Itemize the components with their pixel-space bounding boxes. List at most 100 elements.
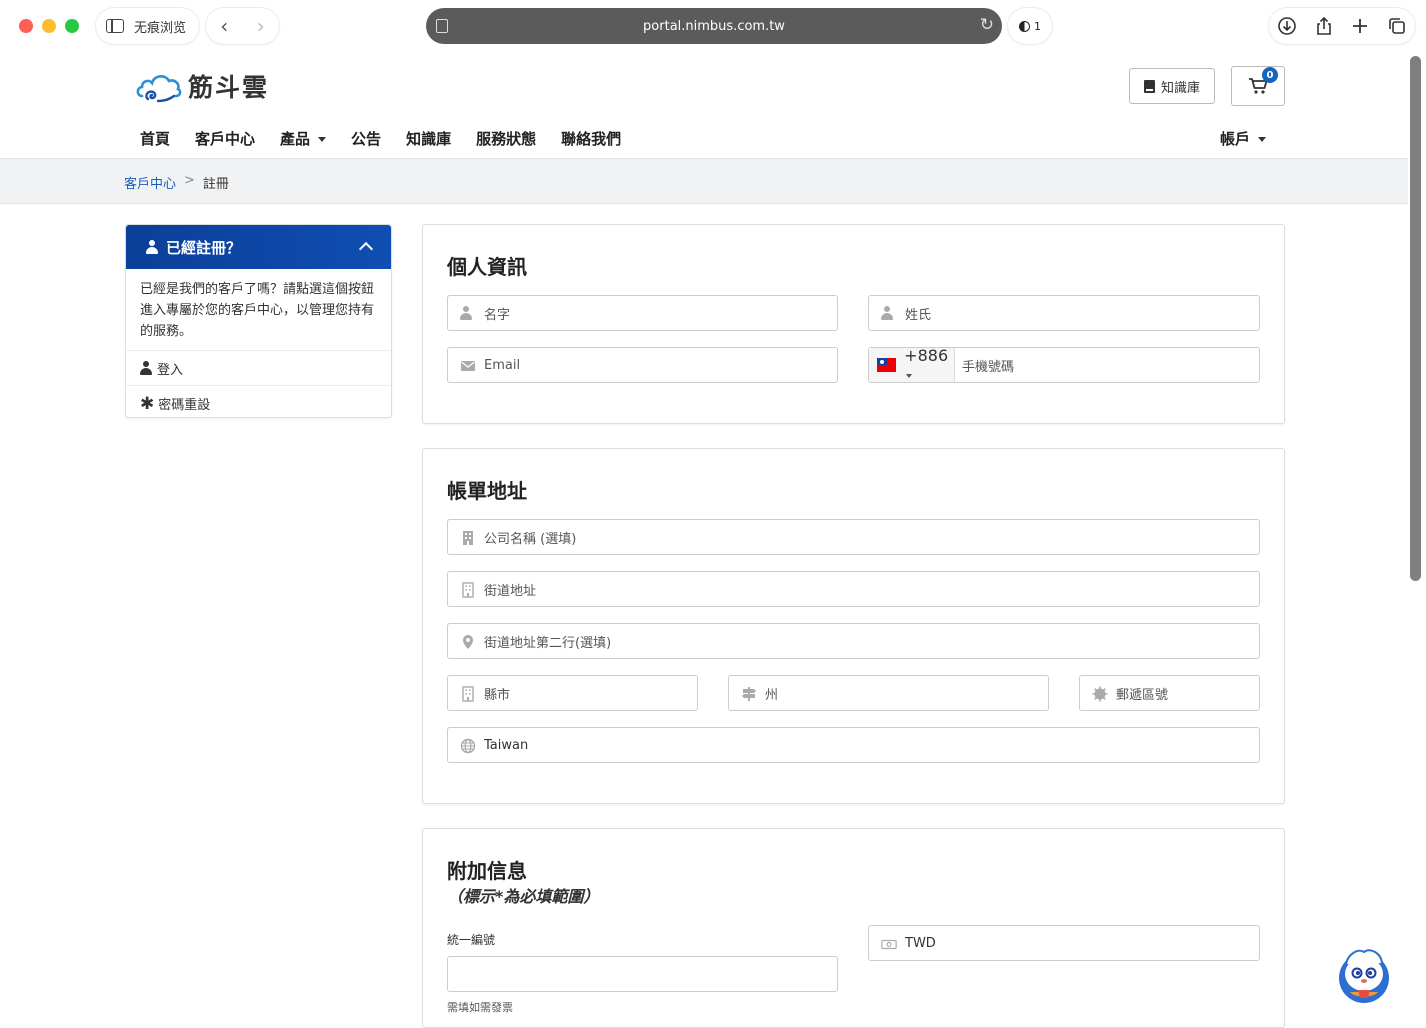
phone-field[interactable]: +886 手機號碼	[868, 346, 1260, 384]
nav-account[interactable]: 帳戶	[1220, 128, 1266, 149]
chevron-up-icon[interactable]	[358, 241, 374, 257]
last-name-placeholder: 姓氏	[905, 307, 932, 323]
cloud-logo-icon	[136, 75, 182, 103]
tab-overview-icon[interactable]	[1387, 16, 1407, 36]
signpost-icon	[742, 687, 756, 701]
personal-info-title: 個人資訊	[447, 255, 527, 279]
first-name-field[interactable]: 名字	[447, 295, 838, 331]
breadcrumb-current: 註冊	[202, 177, 229, 192]
city-placeholder: 縣市	[484, 687, 511, 703]
taiwan-flag-icon	[877, 358, 897, 372]
email-placeholder: Email	[484, 357, 521, 373]
globe-icon	[460, 738, 476, 754]
postcode-field[interactable]: 郵遞區號	[1079, 675, 1260, 711]
additional-info-card: 附加信息 （標示*為必填範圍） 統一編號 需填如需發票 TWD	[422, 828, 1285, 1028]
street2-placeholder: 街道地址第二行(選填)	[484, 635, 612, 651]
mascot-icon	[1339, 949, 1389, 1003]
new-tab-icon[interactable]	[1350, 16, 1370, 36]
currency-value: TWD	[905, 935, 936, 951]
login-link[interactable]: 登入	[126, 351, 391, 386]
state-field[interactable]: 州	[728, 675, 1049, 711]
nav-home[interactable]: 首頁	[140, 128, 170, 149]
nav-contact[interactable]: 聯絡我們	[561, 128, 621, 149]
state-placeholder: 州	[765, 687, 779, 703]
already-registered-panel: 已經註冊？ 已經是我們的客戶了嗎？請點選這個按鈕進入專屬於您的客戶中心，以管理您…	[125, 224, 392, 418]
street2-field[interactable]: 街道地址第二行(選填)	[447, 623, 1260, 659]
country-select[interactable]: Taiwan	[447, 727, 1260, 763]
address-bar[interactable]: portal.nimbus.com.tw ↻	[426, 8, 1002, 44]
country-code-select[interactable]: +886	[869, 346, 955, 384]
tax-id-input[interactable]	[447, 956, 838, 992]
last-name-field[interactable]: 姓氏	[868, 295, 1260, 331]
nav-client-area[interactable]: 客戶中心	[195, 128, 255, 149]
user-icon	[460, 306, 476, 322]
book-icon	[1143, 79, 1155, 93]
tax-id-label: 統一編號	[447, 933, 496, 947]
envelope-icon	[461, 361, 475, 371]
tracker-count: 1	[1034, 19, 1041, 33]
history-nav: ‹ ›	[206, 8, 279, 44]
nav-network-status[interactable]: 服務狀態	[476, 128, 536, 149]
user-icon	[146, 240, 158, 254]
private-browsing-label: 无痕浏览	[134, 20, 187, 36]
knowledgebase-button[interactable]: 知識庫	[1129, 68, 1215, 104]
url-text: portal.nimbus.com.tw	[643, 18, 785, 34]
share-icon[interactable]	[1314, 16, 1334, 36]
forward-icon[interactable]: ›	[257, 16, 265, 36]
browser-tools	[1269, 8, 1415, 44]
currency-select[interactable]: TWD	[868, 925, 1260, 961]
maximize-window-button[interactable]	[65, 19, 79, 33]
phone-placeholder: 手機號碼	[962, 359, 1015, 375]
shield-icon	[1019, 20, 1030, 32]
knowledgebase-button-label: 知識庫	[1160, 80, 1200, 96]
back-icon[interactable]: ‹	[220, 16, 228, 36]
sidebar-toggle-button[interactable]: 无痕浏览	[96, 8, 199, 44]
logo-text: 筋斗雲	[188, 73, 270, 102]
street-placeholder: 街道地址	[484, 583, 537, 599]
nav-products[interactable]: 產品	[280, 128, 326, 149]
download-icon[interactable]	[1277, 16, 1297, 36]
certificate-icon	[1092, 686, 1108, 702]
user-icon	[881, 306, 897, 322]
building-icon	[463, 531, 473, 545]
billing-address-title: 帳單地址	[447, 479, 527, 503]
login-link-label: 登入	[157, 362, 184, 378]
building-outline-icon	[462, 582, 474, 598]
company-field[interactable]: 公司名稱 (選填)	[447, 519, 1260, 555]
main-navigation: 首頁 客戶中心 產品 公告 知識庫 服務狀態 聯絡我們	[140, 128, 646, 149]
close-window-button[interactable]	[19, 19, 33, 33]
password-reset-link[interactable]: ✱ 密碼重設	[126, 386, 391, 421]
billing-address-card: 帳單地址 公司名稱 (選填) 街道地址 街道地址第二行(選填) 縣市 州 郵遞區…	[422, 448, 1285, 804]
cart-button[interactable]: 0	[1231, 66, 1285, 106]
company-placeholder: 公司名稱 (選填)	[484, 531, 577, 547]
page-scrollbar[interactable]	[1410, 56, 1421, 581]
country-code: +886	[904, 346, 954, 384]
city-field[interactable]: 縣市	[447, 675, 698, 711]
tax-id-help: 需填如需發票	[447, 1001, 513, 1014]
user-icon	[140, 361, 152, 375]
street-field[interactable]: 街道地址	[447, 571, 1260, 607]
breadcrumb-bar: 客戶中心 > 註冊	[0, 158, 1408, 204]
nav-knowledgebase[interactable]: 知識庫	[406, 128, 451, 149]
password-reset-label: 密碼重設	[158, 398, 211, 413]
chat-mascot-button[interactable]	[1336, 944, 1392, 1006]
page-menu-icon[interactable]	[436, 19, 448, 33]
breadcrumb-client-area[interactable]: 客戶中心	[124, 173, 176, 192]
nav-announcements[interactable]: 公告	[351, 128, 381, 149]
already-registered-title: 已經註冊？	[166, 238, 242, 257]
personal-info-card: 個人資訊 名字 姓氏 Email +886 手機號碼	[422, 224, 1285, 424]
building-outline-icon	[462, 686, 474, 702]
required-note: （標示*為必填範圍）	[447, 887, 600, 906]
money-icon	[881, 939, 897, 950]
sidebar-icon	[106, 19, 124, 33]
site-logo[interactable]: 筋斗雲	[134, 66, 269, 106]
country-value: Taiwan	[484, 737, 529, 753]
minimize-window-button[interactable]	[42, 19, 56, 33]
map-marker-icon	[463, 635, 473, 649]
already-registered-header[interactable]: 已經註冊？	[126, 225, 391, 269]
reload-icon[interactable]: ↻	[980, 15, 994, 35]
asterisk-icon: ✱	[140, 393, 155, 414]
privacy-report-button[interactable]: 1	[1008, 8, 1052, 44]
postcode-placeholder: 郵遞區號	[1116, 687, 1169, 703]
email-field[interactable]: Email	[447, 347, 838, 383]
